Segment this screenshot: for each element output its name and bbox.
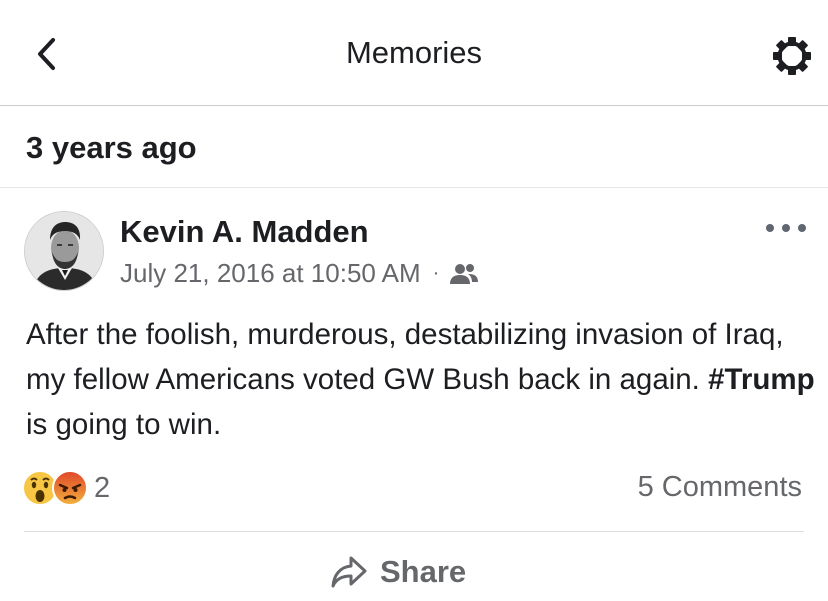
more-dot-icon (798, 224, 806, 232)
post-text-before: After the foolish, murderous, destabiliz… (26, 318, 784, 396)
hashtag-link[interactable]: #Trump (708, 363, 815, 396)
meta-separator: · (432, 262, 440, 284)
profile-portrait-image (25, 212, 103, 290)
navigation-bar: Memories (0, 0, 828, 106)
more-dot-icon (782, 224, 790, 232)
post-text-after: is going to win. (26, 408, 222, 441)
post-timestamp[interactable]: July 21, 2016 at 10:50 AM (120, 258, 421, 289)
angry-reaction-icon (52, 470, 88, 506)
memory-post: Kevin A. Madden July 21, 2016 at 10:50 A… (0, 188, 828, 601)
memories-section-header: 3 years ago (0, 106, 828, 188)
more-dot-icon (766, 224, 774, 232)
gear-icon (773, 37, 811, 75)
avatar[interactable] (24, 211, 104, 291)
comments-link[interactable]: 5 Comments (638, 471, 802, 504)
reactions-summary[interactable]: 2 (22, 470, 110, 506)
settings-button[interactable] (770, 34, 814, 78)
share-button[interactable]: Share (330, 550, 466, 594)
post-meta: July 21, 2016 at 10:50 AM · (120, 258, 479, 289)
page-title: Memories (345, 35, 483, 70)
post-options-button[interactable] (766, 218, 806, 238)
post-body: After the foolish, murderous, destabiliz… (26, 312, 816, 447)
divider (24, 531, 804, 532)
reaction-count: 2 (94, 471, 111, 504)
share-icon (331, 556, 367, 588)
section-label: 3 years ago (26, 130, 197, 165)
share-label: Share (380, 554, 467, 589)
post-author[interactable]: Kevin A. Madden (120, 214, 369, 250)
reaction-icons (22, 470, 90, 506)
friends-icon (450, 263, 479, 284)
